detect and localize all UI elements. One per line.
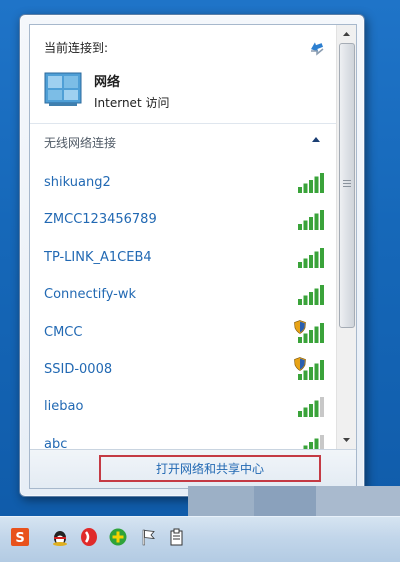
- scrollbar-thumb[interactable]: [339, 43, 355, 328]
- network-list-scrollbar[interactable]: [336, 25, 356, 449]
- action-center-flag-icon[interactable]: [139, 527, 159, 547]
- network-flyout: 当前连接到: 网络 Internet 访问 无线网络连接 shikuang2 ZM…: [19, 14, 365, 497]
- signal-strength-icon: [296, 209, 326, 231]
- wireless-network-item[interactable]: shikuang2: [30, 166, 336, 203]
- signal-strength-icon: [296, 396, 326, 418]
- security-shield-icon: [294, 357, 306, 371]
- wireless-network-item[interactable]: SSID-0008: [30, 353, 336, 390]
- network-ssid: CMCC: [44, 325, 82, 340]
- signal-strength-icon: [296, 172, 326, 194]
- network-ssid: TP-LINK_A1CEB4: [44, 250, 152, 265]
- qq-penguin-icon[interactable]: [50, 527, 70, 547]
- taskbar: S: [0, 516, 400, 562]
- network-ssid: SSID-0008: [44, 362, 112, 377]
- network-ssid: liebao: [44, 399, 83, 414]
- connected-network-name: 网络: [94, 71, 120, 90]
- wireless-network-item[interactable]: CMCC: [30, 316, 336, 353]
- collapse-chevron-icon[interactable]: [312, 137, 320, 142]
- wireless-network-list: 无线网络连接 shikuang2 ZMCC123456789 TP-LINK_A1C…: [30, 123, 336, 449]
- network-ssid: shikuang2: [44, 175, 111, 190]
- network-ssid: ZMCC123456789: [44, 212, 157, 227]
- flyout-panel: 当前连接到: 网络 Internet 访问 无线网络连接 shikuang2 ZM…: [29, 24, 357, 489]
- connection-status: Internet 访问: [94, 94, 169, 111]
- network-ssid: Connectify-wk: [44, 287, 136, 302]
- signal-strength-icon: [296, 247, 326, 269]
- network-ssid: abc: [44, 437, 67, 449]
- signal-strength-icon: [296, 434, 326, 449]
- open-network-sharing-center-link[interactable]: 打开网络和共享中心: [99, 455, 321, 482]
- refresh-icon[interactable]: [308, 39, 326, 57]
- wireless-section-header[interactable]: 无线网络连接: [30, 123, 336, 158]
- scroll-up-arrow-icon[interactable]: [337, 25, 356, 43]
- current-connection-label: 当前连接到:: [44, 39, 108, 56]
- wireless-network-item[interactable]: Connectify-wk: [30, 278, 336, 315]
- antivirus-icon[interactable]: [79, 527, 99, 547]
- sogou-input-icon[interactable]: S: [10, 527, 30, 547]
- svg-text:S: S: [15, 531, 24, 546]
- signal-strength-icon: [296, 284, 326, 306]
- wireless-section-title: 无线网络连接: [44, 134, 116, 151]
- security-guard-icon[interactable]: [108, 527, 128, 547]
- wireless-network-item[interactable]: TP-LINK_A1CEB4: [30, 241, 336, 278]
- security-shield-icon: [294, 320, 306, 334]
- wireless-network-item[interactable]: liebao: [30, 390, 336, 427]
- scroll-down-arrow-icon[interactable]: [337, 431, 356, 449]
- flyout-footer: 打开网络和共享中心: [30, 449, 356, 489]
- clipboard-icon[interactable]: [167, 527, 187, 547]
- network-icon: [43, 71, 83, 107]
- wireless-network-item[interactable]: abc: [30, 428, 336, 449]
- wireless-network-item[interactable]: ZMCC123456789: [30, 203, 336, 240]
